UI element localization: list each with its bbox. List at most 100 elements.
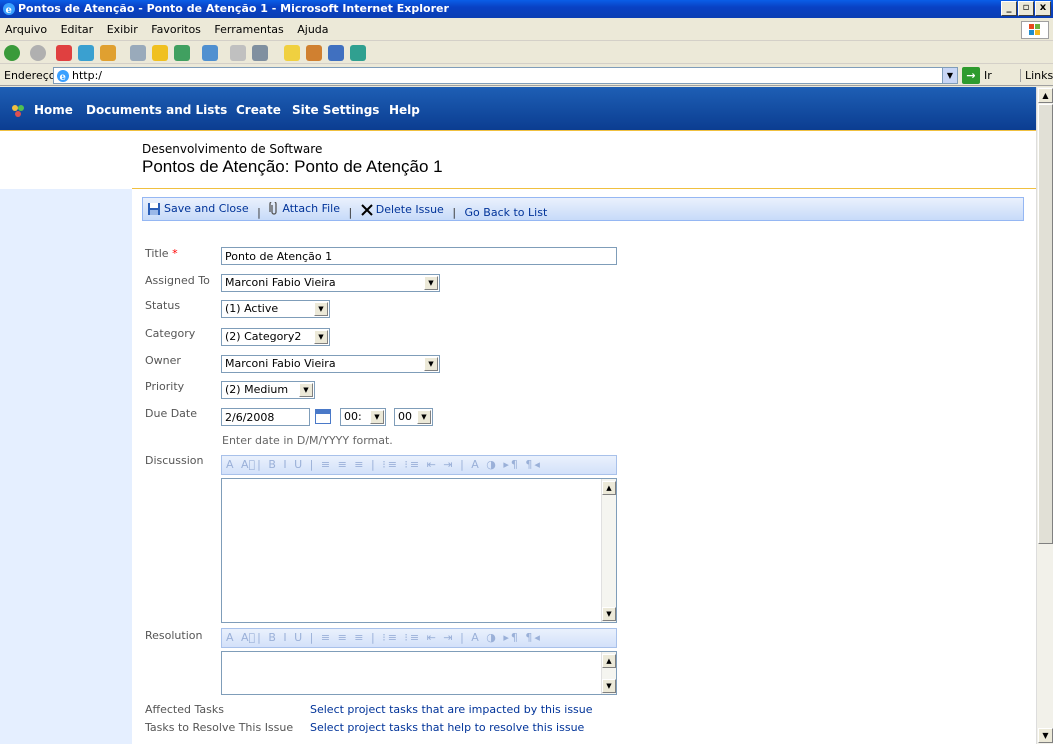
search-icon[interactable] (130, 45, 146, 61)
tasks-to-resolve-label: Tasks to Resolve This Issue (145, 721, 294, 734)
save-and-close-button[interactable]: Save and Close (147, 198, 249, 220)
stop-icon[interactable] (56, 45, 72, 61)
nav-site-settings[interactable]: Site Settings (292, 103, 379, 117)
nav-help[interactable]: Help (389, 103, 420, 117)
owner-select[interactable]: Marconi Fabio Vieira ▼ (221, 355, 440, 373)
title-label-text: Title (145, 247, 169, 260)
menu-arquivo[interactable]: Arquivo (0, 19, 52, 40)
status-select[interactable]: (1) Active ▼ (221, 300, 330, 318)
chevron-down-icon[interactable]: ▼ (314, 330, 328, 344)
forward-icon[interactable] (30, 45, 46, 61)
scroll-down-icon[interactable]: ▼ (602, 679, 616, 693)
address-input[interactable]: e http:/ ▼ (53, 67, 958, 84)
resolution-rte-toolbar[interactable]: A A⃒| B I U | ≡ ≡ ≡ | ⁝≡ ⁝≡ ⇤ ⇥ | A ◑ ▸¶… (221, 628, 617, 648)
close-button[interactable]: x (1035, 1, 1051, 16)
affected-tasks-link[interactable]: Select project tasks that are impacted b… (310, 703, 593, 716)
assigned-to-select[interactable]: Marconi Fabio Vieira ▼ (221, 274, 440, 292)
maximize-button[interactable]: ▫ (1018, 1, 1034, 16)
chevron-down-icon[interactable]: ▼ (417, 410, 431, 424)
favorites-icon[interactable] (152, 45, 168, 61)
title-input[interactable] (221, 247, 617, 265)
priority-select[interactable]: (2) Medium ▼ (221, 381, 315, 399)
notes-icon[interactable] (284, 45, 300, 61)
scroll-down-icon[interactable]: ▼ (1038, 728, 1053, 743)
separator: | (348, 206, 353, 219)
chevron-down-icon[interactable]: ▼ (299, 383, 313, 397)
discussion-rte-toolbar[interactable]: A A⃒| B I U | ≡ ≡ ≡ | ⁝≡ ⁝≡ ⇤ ⇥ | A ◑ ▸¶… (221, 455, 617, 475)
chevron-down-icon[interactable]: ▼ (424, 276, 438, 290)
scroll-up-icon[interactable]: ▲ (1038, 88, 1053, 103)
page-title: Pontos de Atenção: Ponto de Atenção 1 (142, 157, 443, 176)
svg-text:e: e (60, 72, 66, 83)
nav-create[interactable]: Create (236, 103, 281, 117)
nav-home[interactable]: Home (34, 103, 73, 117)
scroll-up-icon[interactable]: ▲ (602, 481, 616, 495)
status-value: (1) Active (225, 302, 279, 315)
required-mark: * (172, 247, 178, 260)
go-back-to-list-button[interactable]: Go Back to List (465, 202, 548, 224)
chevron-down-icon[interactable]: ▼ (314, 302, 328, 316)
page-scrollbar[interactable]: ▲ ▼ (1036, 87, 1053, 744)
scroll-thumb[interactable] (1038, 104, 1053, 544)
chevron-down-icon[interactable]: ▼ (942, 68, 957, 83)
action-toolbar: Save and Close | Attach File | Delete Is… (142, 197, 1024, 221)
svg-text:e: e (6, 5, 12, 16)
menu-ajuda[interactable]: Ajuda (292, 19, 333, 40)
due-hour-select[interactable]: 00: ▼ (340, 408, 386, 426)
chevron-down-icon[interactable]: ▼ (424, 357, 438, 371)
menu-exibir[interactable]: Exibir (102, 19, 143, 40)
scroll-up-icon[interactable]: ▲ (602, 654, 616, 668)
resolution-scrollbar[interactable]: ▲ ▼ (601, 652, 616, 694)
go-arrow-icon[interactable]: → (962, 67, 980, 84)
discussion-editor[interactable]: ▲ ▼ (221, 478, 617, 623)
menu-ferramentas[interactable]: Ferramentas (209, 19, 288, 40)
due-hour-value: 00: (344, 410, 362, 423)
due-date-hint: Enter date in D/M/YYYY format. (222, 434, 393, 447)
attach-file-label: Attach File (282, 202, 340, 215)
minimize-button[interactable]: _ (1001, 1, 1017, 16)
site-title[interactable]: Desenvolvimento de Software (142, 142, 322, 156)
save-and-close-label: Save and Close (164, 202, 249, 215)
paperclip-icon (269, 202, 278, 215)
resolution-editor[interactable]: ▲ ▼ (221, 651, 617, 695)
messenger-icon[interactable] (328, 45, 344, 61)
chevron-down-icon[interactable]: ▼ (370, 410, 384, 424)
tasks-to-resolve-link[interactable]: Select project tasks that help to resolv… (310, 721, 584, 734)
owner-value: Marconi Fabio Vieira (225, 357, 336, 370)
address-label: Endereço (4, 69, 56, 82)
owner-label: Owner (145, 354, 181, 367)
edit-icon[interactable] (252, 45, 268, 61)
due-minute-value: 00 (398, 410, 412, 423)
go-button[interactable]: Ir (984, 69, 992, 82)
tools-icon[interactable] (350, 45, 366, 61)
menu-favoritos[interactable]: Favoritos (146, 19, 206, 40)
nav-documents-and-lists[interactable]: Documents and Lists (86, 103, 227, 117)
due-date-input[interactable] (221, 408, 310, 426)
home-icon[interactable] (100, 45, 116, 61)
delete-issue-button[interactable]: Delete Issue (361, 199, 444, 221)
category-value: (2) Category2 (225, 330, 302, 343)
mail-icon[interactable] (202, 45, 218, 61)
due-date-label: Due Date (145, 407, 197, 420)
page-viewport: Home Documents and Lists Create Site Set… (0, 87, 1036, 744)
windows-logo-icon (1021, 21, 1049, 39)
delete-issue-label: Delete Issue (375, 203, 444, 216)
research-icon[interactable] (306, 45, 322, 61)
back-icon[interactable] (4, 45, 20, 61)
sharepoint-logo-icon[interactable] (10, 104, 26, 118)
address-bar: Endereço e http:/ ▼ → Ir Links (0, 65, 1053, 86)
discussion-scrollbar[interactable]: ▲ ▼ (601, 479, 616, 622)
links-button[interactable]: Links (1020, 69, 1053, 82)
calendar-icon[interactable] (315, 409, 331, 424)
category-select[interactable]: (2) Category2 ▼ (221, 328, 330, 346)
menu-editar[interactable]: Editar (56, 19, 99, 40)
affected-tasks-label: Affected Tasks (145, 703, 224, 716)
print-icon[interactable] (230, 45, 246, 61)
history-icon[interactable] (174, 45, 190, 61)
separator: | (257, 206, 261, 219)
refresh-icon[interactable] (78, 45, 94, 61)
scroll-down-icon[interactable]: ▼ (602, 607, 616, 621)
discussion-label: Discussion (145, 454, 204, 467)
due-minute-select[interactable]: 00 ▼ (394, 408, 433, 426)
attach-file-button[interactable]: Attach File (269, 198, 340, 220)
